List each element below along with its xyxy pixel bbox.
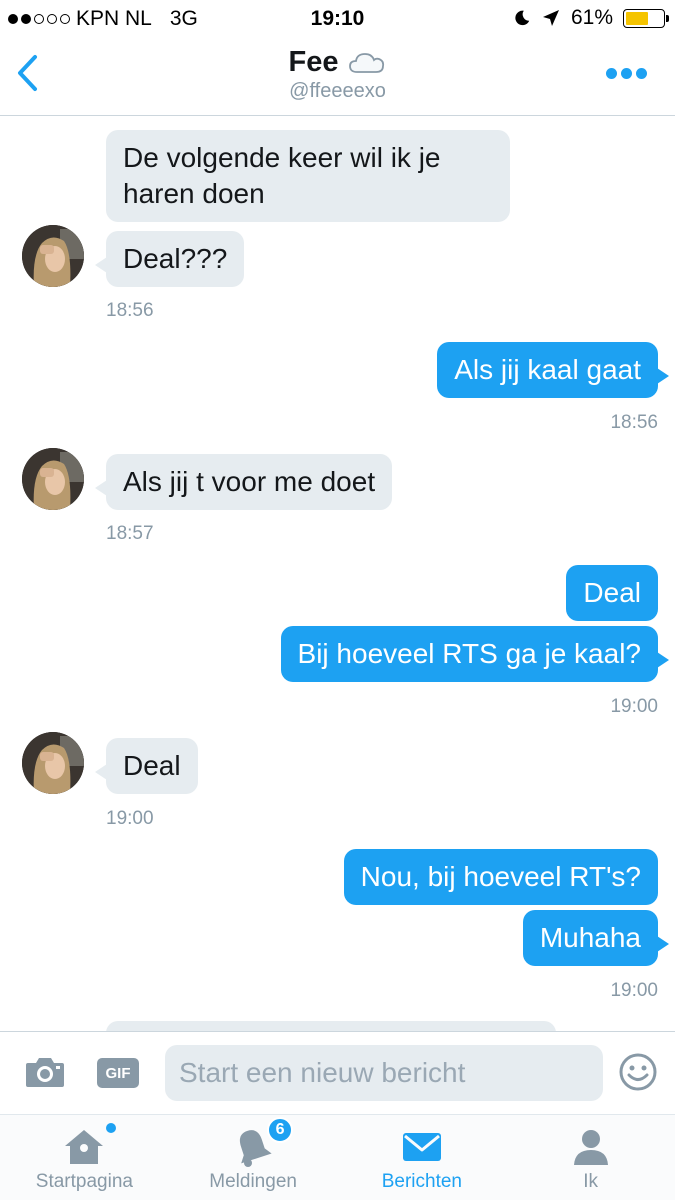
message-bubble-outgoing[interactable]: Muhaha <box>522 910 670 966</box>
tab-bar: Startpagina 6 Meldingen Berichten Ik <box>0 1114 675 1200</box>
message-text-line: haren doen <box>123 178 265 209</box>
message-timestamp: 19:00 <box>610 696 658 717</box>
message-bubble-incoming[interactable]: De volgende keer wil ik je haren doen <box>106 130 510 222</box>
message-thread[interactable]: De volgende keer wil ik je haren doen De… <box>0 117 675 1031</box>
message-bubble-outgoing[interactable]: Deal <box>566 565 658 621</box>
more-dots-icon <box>606 68 617 79</box>
message-text: Als jij kaal gaat <box>454 354 641 385</box>
conversation-header: Fee @ffeeeexo <box>0 38 675 116</box>
envelope-icon <box>402 1133 441 1161</box>
message-composer: GIF <box>0 1031 675 1114</box>
status-right: 61% <box>513 6 669 30</box>
contact-handle: @ffeeeexo <box>289 80 386 102</box>
more-options-button[interactable] <box>606 68 647 79</box>
location-arrow-icon <box>542 10 559 26</box>
home-icon <box>65 1130 104 1164</box>
avatar-photo <box>22 225 84 287</box>
battery-level <box>626 11 648 25</box>
message-text: Deal <box>583 577 641 608</box>
tab-ik[interactable]: Ik <box>506 1115 675 1200</box>
title-block[interactable]: Fee @ffeeeexo <box>0 46 675 103</box>
message-bubble-outgoing[interactable]: Als jij kaal gaat <box>437 342 669 398</box>
moon-icon <box>515 10 530 26</box>
tab-berichten[interactable]: Berichten <box>338 1115 507 1200</box>
tab-meldingen[interactable]: 6 Meldingen <box>169 1115 338 1200</box>
new-content-dot <box>106 1123 117 1133</box>
gif-button[interactable]: GIF <box>97 1058 139 1088</box>
avatar-photo <box>22 448 84 510</box>
message-timestamp: 19:00 <box>610 980 658 1001</box>
message-text: Deal??? <box>123 243 228 274</box>
message-bubble-incoming-partial[interactable] <box>106 1021 556 1031</box>
avatar-photo <box>22 732 84 794</box>
tab-label: Ik <box>583 1171 599 1192</box>
message-bubble-outgoing[interactable]: Bij hoeveel RTS ga je kaal? <box>280 626 670 682</box>
battery-percentage: 61% <box>570 6 613 29</box>
person-icon <box>573 1130 608 1165</box>
status-bar: KPN NL 3G 19:10 61% <box>0 0 675 38</box>
tab-startpagina[interactable]: Startpagina <box>0 1115 169 1200</box>
message-bubble-incoming[interactable]: Deal <box>95 738 198 794</box>
message-input[interactable] <box>165 1045 603 1101</box>
emoji-icon <box>619 1053 657 1091</box>
tab-label: Startpagina <box>35 1171 133 1192</box>
message-text: Nou, bij hoeveel RT's? <box>360 861 641 892</box>
tab-label: Berichten <box>381 1171 463 1192</box>
emoji-button[interactable] <box>618 1052 658 1097</box>
message-timestamp: 18:56 <box>106 300 154 321</box>
camera-icon <box>26 1058 64 1087</box>
message-text: Muhaha <box>539 922 641 953</box>
message-bubble-incoming[interactable]: Als jij t voor me doet <box>94 454 393 510</box>
message-timestamp: 19:00 <box>106 808 154 829</box>
camera-button[interactable] <box>24 1054 66 1095</box>
message-bubble-outgoing[interactable]: Nou, bij hoeveel RT's? <box>343 849 658 905</box>
avatar[interactable] <box>22 225 84 287</box>
message-text: Deal <box>123 750 181 781</box>
message-text: Als jij t voor me doet <box>123 466 376 497</box>
contact-name: Fee <box>288 46 339 78</box>
cloud-icon <box>349 52 385 73</box>
message-timestamp: 18:57 <box>106 523 154 544</box>
avatar[interactable] <box>22 732 84 794</box>
avatar[interactable] <box>22 448 84 510</box>
message-text-line: De volgende keer wil ik je <box>123 142 441 173</box>
battery-icon <box>623 8 669 28</box>
message-bubble-incoming[interactable]: Deal??? <box>94 231 245 287</box>
notification-count-badge: 6 <box>267 1117 294 1143</box>
message-text: Bij hoeveel RTS ga je kaal? <box>297 638 641 669</box>
message-timestamp: 18:56 <box>610 412 658 433</box>
tab-label: Meldingen <box>209 1171 297 1192</box>
